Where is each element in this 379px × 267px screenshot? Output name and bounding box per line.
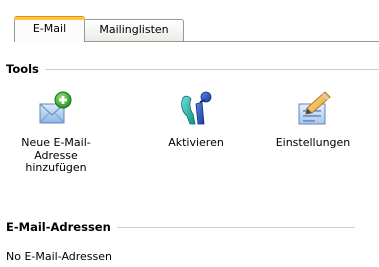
tools-heading: Tools [6, 62, 379, 76]
settings-pen-icon [298, 91, 331, 125]
tools-heading-text: Tools [6, 62, 39, 76]
empty-list-message: No E-Mail-Adressen [6, 250, 113, 263]
activate-button[interactable]: Aktivieren [156, 90, 236, 150]
email-addresses-heading: E-Mail-Adressen [6, 220, 355, 234]
tab-mailinglisten-label: Mailinglisten [99, 23, 169, 36]
add-email-address-button[interactable]: Neue E-Mail- Adresse hinzufügen [16, 90, 96, 175]
email-addresses-heading-rule [116, 226, 355, 228]
envelope-add-icon [39, 91, 72, 124]
tab-email-label: E-Mail [32, 22, 67, 35]
tools-heading-rule [44, 68, 379, 70]
tab-mailinglisten[interactable]: Mailinglisten [85, 19, 184, 41]
tab-email[interactable]: E-Mail [14, 16, 85, 42]
tab-bar: E-Mail Mailinglisten [14, 16, 379, 42]
add-email-address-label: Neue E-Mail- Adresse hinzufügen [21, 136, 91, 174]
settings-button[interactable]: Einstellungen [268, 90, 358, 150]
activate-label: Aktivieren [168, 136, 224, 149]
activate-figure-icon [181, 91, 212, 125]
email-addresses-heading-text: E-Mail-Adressen [6, 220, 111, 234]
settings-label: Einstellungen [275, 136, 351, 149]
